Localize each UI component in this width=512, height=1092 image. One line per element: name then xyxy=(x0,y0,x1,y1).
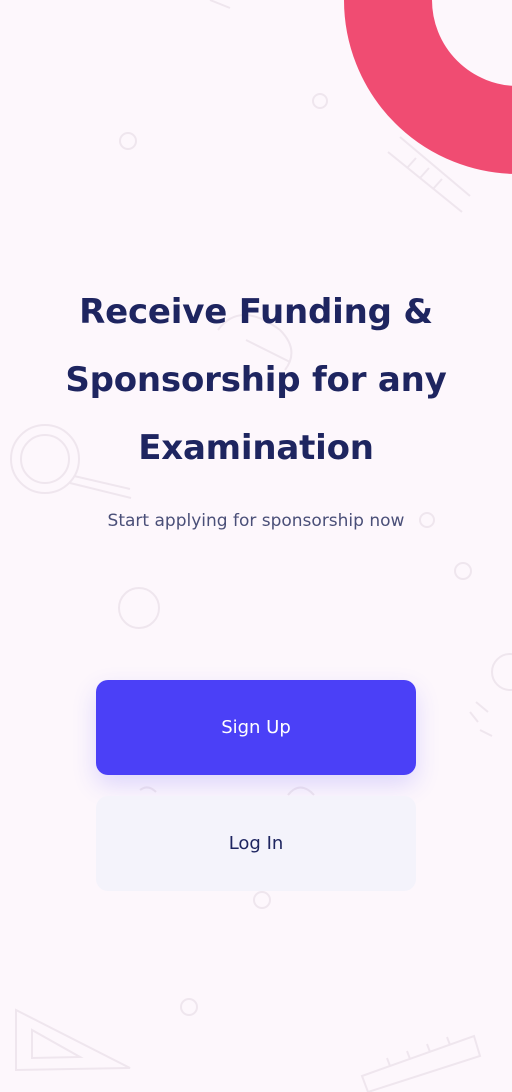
ruler-icon xyxy=(360,1034,482,1092)
circle-doodle xyxy=(312,93,328,109)
line-doodle xyxy=(209,0,231,9)
circle-doodle xyxy=(253,891,271,909)
log-in-button[interactable]: Log In xyxy=(96,796,416,891)
arc-doodle xyxy=(287,786,315,796)
ruler-icon xyxy=(387,136,471,213)
brand-ring-decoration xyxy=(344,0,512,174)
title-line-3: Examination xyxy=(138,428,374,468)
triangle-ruler-icon xyxy=(15,1008,131,1072)
page-title: Receive Funding & Sponsorship for any Ex… xyxy=(20,278,492,482)
title-line-1: Receive Funding & xyxy=(79,292,433,332)
circle-doodle xyxy=(119,132,137,150)
arc-doodle xyxy=(139,786,157,793)
circle-doodle xyxy=(491,653,512,691)
sign-up-button[interactable]: Sign Up xyxy=(96,680,416,775)
title-line-2: Sponsorship for any xyxy=(65,360,447,400)
circle-doodle xyxy=(118,587,160,629)
ring-shape xyxy=(344,0,512,174)
circle-doodle xyxy=(454,562,472,580)
spark-doodle xyxy=(469,701,493,737)
circle-doodle xyxy=(180,998,198,1016)
subtitle: Start applying for sponsorship now xyxy=(107,511,405,531)
onboarding-screen: Receive Funding & Sponsorship for any Ex… xyxy=(0,0,512,1092)
background-doodles xyxy=(10,0,512,1092)
